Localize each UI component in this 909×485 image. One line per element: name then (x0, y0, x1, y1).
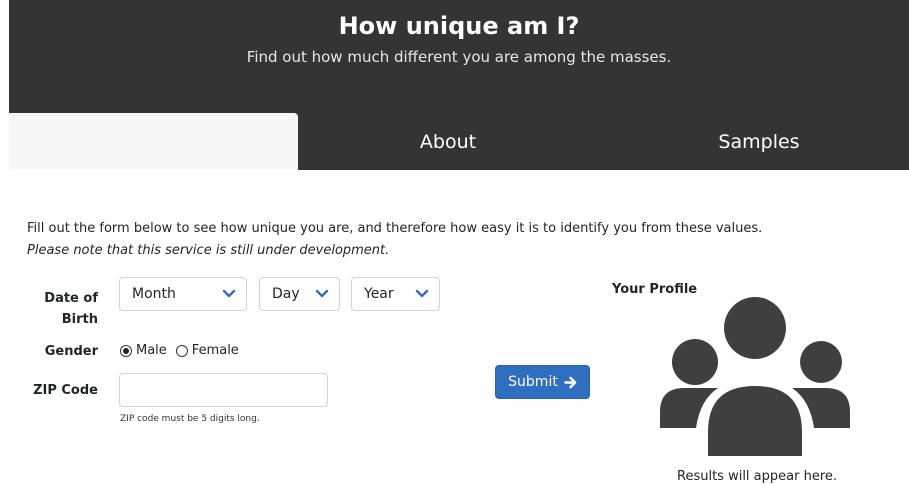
day-select-value: Day (272, 286, 300, 302)
profile-title: Your Profile (612, 282, 698, 297)
month-select-value: Month (132, 286, 176, 302)
chevron-down-icon (415, 289, 429, 298)
year-select-value: Year (364, 286, 394, 302)
month-select[interactable]: Month (119, 277, 247, 311)
dob-label-line2: Birth (61, 312, 98, 327)
submit-label: Submit (508, 374, 558, 390)
page-title: How unique am I? (338, 12, 580, 40)
page-subtitle: Find out how much different you are amon… (246, 48, 672, 66)
gender-label: Gender (44, 344, 98, 359)
zip-help-text: ZIP code must be 5 digits long. (120, 414, 260, 424)
intro-text: Fill out the form below to see how uniqu… (27, 221, 763, 236)
gender-male-radio[interactable] (120, 344, 132, 357)
results-placeholder: Results will appear here. (677, 469, 838, 484)
tab-about[interactable]: About (298, 113, 598, 170)
day-select[interactable]: Day (259, 277, 340, 311)
tab-samples[interactable]: Samples (609, 113, 909, 170)
gender-radio-group: Male Female (120, 343, 239, 358)
zip-label: ZIP Code (33, 383, 98, 398)
submit-button[interactable]: Submit (495, 365, 590, 399)
year-select[interactable]: Year (351, 277, 440, 311)
zip-input[interactable] (119, 373, 328, 407)
arrow-right-icon (564, 376, 577, 388)
gender-male-label: Male (136, 343, 167, 358)
chevron-down-icon (222, 289, 236, 298)
gender-female-label: Female (191, 343, 239, 358)
gender-female-radio[interactable] (175, 344, 188, 357)
dob-label-line1: Date of (44, 291, 98, 306)
tab-home[interactable] (9, 113, 298, 170)
users-group-icon (660, 297, 850, 456)
dob-label: Date of Birth (18, 288, 98, 330)
development-note: Please note that this service is still u… (27, 243, 390, 258)
chevron-down-icon (315, 289, 329, 298)
